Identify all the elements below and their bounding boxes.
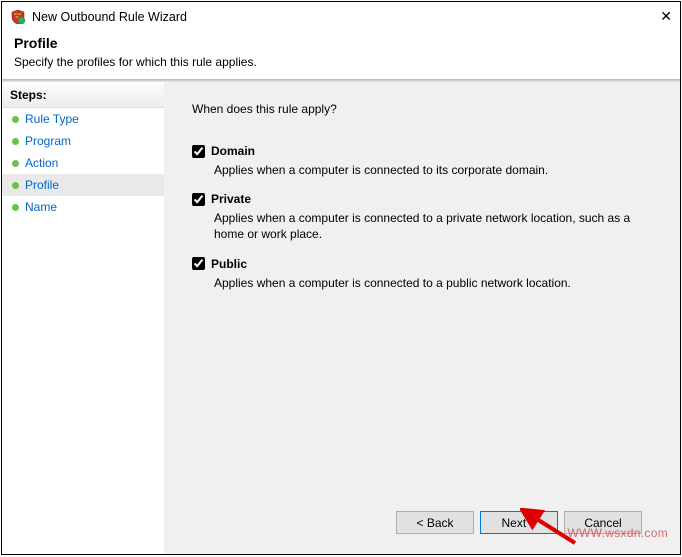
profile-private: Private Applies when a computer is conne… [192, 192, 652, 242]
window-title: New Outbound Rule Wizard [32, 10, 632, 24]
close-button[interactable]: ✕ [632, 8, 672, 25]
step-label: Program [25, 134, 71, 148]
wizard-body: Steps: Rule Type Program Action Profile … [2, 82, 680, 554]
back-button[interactable]: < Back [396, 511, 474, 534]
page-title: Profile [14, 35, 668, 51]
checkbox-private[interactable] [192, 193, 205, 206]
bullet-icon [12, 160, 19, 167]
next-button[interactable]: Next > [480, 511, 558, 534]
label-private[interactable]: Private [211, 192, 251, 206]
step-name[interactable]: Name [2, 196, 164, 218]
bullet-icon [12, 182, 19, 189]
page-subtitle: Specify the profiles for which this rule… [14, 55, 668, 69]
content-pane: When does this rule apply? Domain Applie… [164, 82, 680, 554]
step-label: Profile [25, 178, 59, 192]
checkbox-public[interactable] [192, 257, 205, 270]
step-rule-type[interactable]: Rule Type [2, 108, 164, 130]
profile-public: Public Applies when a computer is connec… [192, 257, 652, 291]
titlebar: New Outbound Rule Wizard ✕ [2, 2, 680, 31]
wizard-window: New Outbound Rule Wizard ✕ Profile Speci… [1, 1, 681, 555]
desc-public: Applies when a computer is connected to … [214, 275, 634, 291]
step-profile[interactable]: Profile [2, 174, 164, 196]
profile-domain: Domain Applies when a computer is connec… [192, 144, 652, 178]
bullet-icon [12, 204, 19, 211]
steps-heading: Steps: [2, 82, 164, 108]
bullet-icon [12, 138, 19, 145]
page-header: Profile Specify the profiles for which t… [2, 31, 680, 79]
checkbox-domain[interactable] [192, 145, 205, 158]
step-action[interactable]: Action [2, 152, 164, 174]
bullet-icon [12, 116, 19, 123]
content-question: When does this rule apply? [192, 102, 652, 116]
step-label: Action [25, 156, 58, 170]
desc-private: Applies when a computer is connected to … [214, 210, 634, 242]
firewall-icon [10, 9, 26, 25]
label-domain[interactable]: Domain [211, 144, 255, 158]
steps-sidebar: Steps: Rule Type Program Action Profile … [2, 82, 164, 554]
step-label: Name [25, 200, 57, 214]
button-footer: < Back Next > Cancel [192, 501, 652, 544]
label-public[interactable]: Public [211, 257, 247, 271]
step-program[interactable]: Program [2, 130, 164, 152]
step-label: Rule Type [25, 112, 79, 126]
desc-domain: Applies when a computer is connected to … [214, 162, 634, 178]
cancel-button[interactable]: Cancel [564, 511, 642, 534]
